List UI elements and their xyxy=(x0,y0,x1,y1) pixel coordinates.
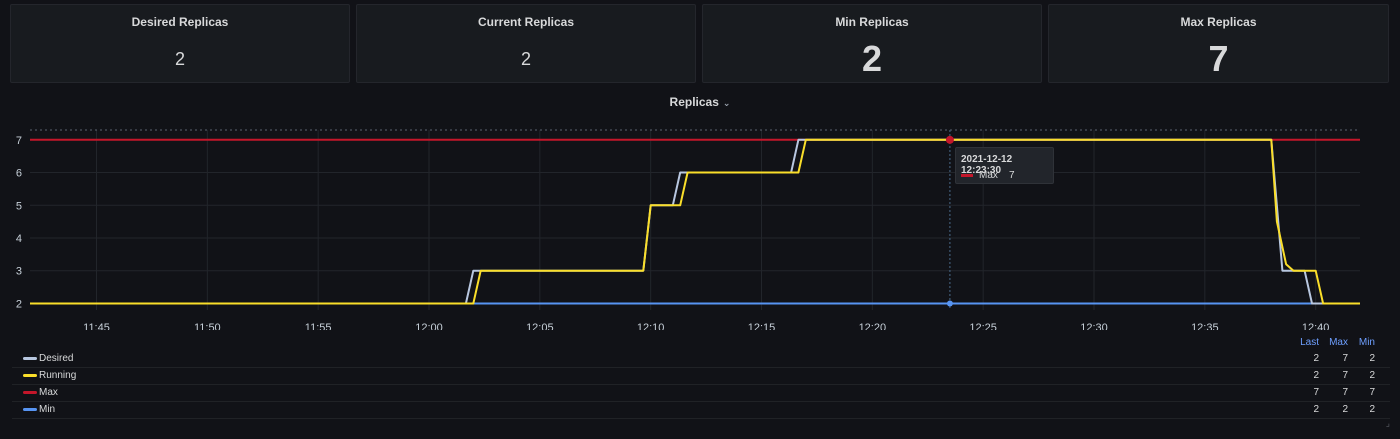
x-axis: 11:45 11:50 11:55 12:00 12:05 12:10 12:15 12:20… xyxy=(83,322,1329,330)
stat-panel-max-replicas[interactable]: Max Replicas 7 xyxy=(1048,4,1389,83)
crosshair xyxy=(945,130,954,310)
y-tick-label: 4 xyxy=(16,233,22,245)
legend-name: Desired xyxy=(39,353,74,364)
stat-value: 7 xyxy=(1208,38,1229,79)
legend-max: 7 xyxy=(1342,387,1348,398)
legend-max: 7 xyxy=(1342,353,1348,364)
tooltip-row: Max 7 xyxy=(961,170,1015,181)
x-tick-label: 12:20 xyxy=(859,322,887,330)
y-tick-label: 3 xyxy=(16,266,22,278)
legend-name: Running xyxy=(39,370,77,381)
x-tick-label: 12:15 xyxy=(748,322,776,330)
replicas-time-series-chart[interactable]: 2 3 4 5 6 7 11:45 11:50 11:55 12:00 12:05 12:10 12:… xyxy=(0,120,1400,330)
legend-row-min[interactable]: Min 2 2 2 xyxy=(12,401,1390,419)
panel-title: Replicas xyxy=(669,95,719,109)
stat-value: 2 xyxy=(861,38,883,79)
x-tick-label: 12:25 xyxy=(969,322,997,330)
x-tick-label: 12:05 xyxy=(526,322,554,330)
legend-max: 7 xyxy=(1342,370,1348,381)
y-tick-label: 2 xyxy=(16,298,22,310)
panel-title-menu[interactable]: Replicas ⌄ xyxy=(0,95,1400,109)
legend-min: 2 xyxy=(1369,353,1375,364)
stat-title: Desired Replicas xyxy=(131,15,229,29)
crosshair-point-min xyxy=(946,300,953,307)
grid xyxy=(30,129,1360,310)
stat-value: 2 xyxy=(174,49,185,69)
legend-row-running[interactable]: Running 2 7 2 xyxy=(12,367,1390,385)
legend-min: 2 xyxy=(1369,370,1375,381)
resize-handle-icon[interactable]: ⌟ xyxy=(1386,418,1390,429)
x-tick-label: 12:40 xyxy=(1302,322,1330,330)
x-tick-label: 12:35 xyxy=(1191,322,1219,330)
stat-panel-desired-replicas[interactable]: Desired Replicas 2 xyxy=(10,4,350,83)
x-tick-label: 11:50 xyxy=(194,322,221,330)
legend-name: Max xyxy=(39,387,58,398)
legend-header-max[interactable]: Max xyxy=(1318,337,1348,348)
y-tick-label: 5 xyxy=(16,200,22,212)
legend-last: 2 xyxy=(1313,370,1319,381)
legend-swatch xyxy=(23,408,37,411)
stat-panel-min-replicas[interactable]: Min Replicas 2 xyxy=(702,4,1042,83)
hover-tooltip: 2021-12-12 12:23:30 Max 7 xyxy=(955,147,1054,184)
stat-title: Current Replicas xyxy=(477,15,575,29)
crosshair-point-max xyxy=(945,135,954,144)
y-tick-label: 7 xyxy=(16,135,22,147)
legend-min: 2 xyxy=(1369,404,1375,415)
chevron-down-icon: ⌄ xyxy=(722,98,731,108)
legend-name: Min xyxy=(39,404,56,415)
legend-max: 2 xyxy=(1342,404,1348,415)
tooltip-value: 7 xyxy=(1009,170,1015,181)
x-tick-label: 11:45 xyxy=(83,322,110,330)
tooltip-swatch xyxy=(961,173,973,177)
y-axis: 2 3 4 5 6 7 xyxy=(16,135,22,311)
legend-last: 2 xyxy=(1313,404,1319,415)
x-tick-label: 12:10 xyxy=(637,322,665,330)
series-lines xyxy=(30,138,1360,305)
legend-swatch xyxy=(23,391,37,394)
x-tick-label: 12:30 xyxy=(1080,322,1108,330)
legend-header-min[interactable]: Min xyxy=(1345,337,1375,348)
legend-row-max[interactable]: Max 7 7 7 xyxy=(12,384,1390,402)
stat-title: Min Replicas xyxy=(835,15,909,29)
legend-swatch xyxy=(23,357,37,360)
x-tick-label: 12:00 xyxy=(415,322,443,330)
series-line-running xyxy=(30,138,1360,305)
legend-min: 7 xyxy=(1369,387,1375,398)
legend-last: 2 xyxy=(1313,353,1319,364)
legend-swatch xyxy=(23,374,37,377)
stat-panel-current-replicas[interactable]: Current Replicas 2 xyxy=(356,4,696,83)
stat-value: 2 xyxy=(520,49,531,69)
stat-title: Max Replicas xyxy=(1180,15,1257,29)
tooltip-series: Max xyxy=(979,170,998,181)
legend-row-desired[interactable]: Desired 2 7 2 xyxy=(12,350,1390,368)
series-line-desired xyxy=(30,138,1360,305)
x-tick-label: 11:55 xyxy=(305,322,332,330)
y-tick-label: 6 xyxy=(16,168,22,180)
legend-header-last[interactable]: Last xyxy=(1289,337,1319,348)
legend-last: 7 xyxy=(1313,387,1319,398)
